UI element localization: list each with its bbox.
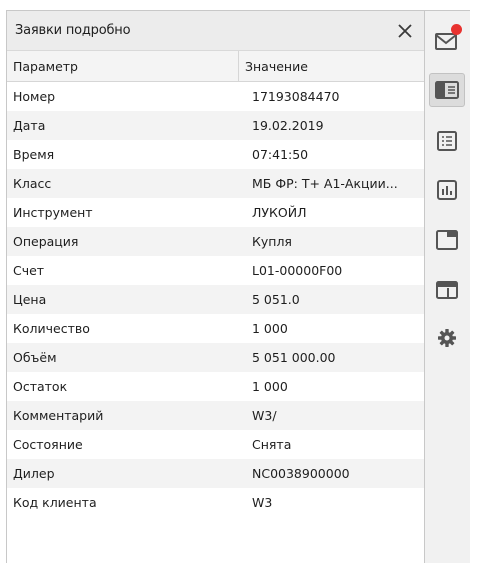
value-cell: Купля [252,234,292,249]
panel-layout-icon [436,281,458,299]
bar-chart-icon [437,180,457,200]
value-cell-wrapper: W3 [239,488,424,517]
value-cell: 5 051 000.00 [252,350,336,365]
param-cell: Номер [13,89,56,104]
value-cell-wrapper: 07:41:50 [239,140,424,169]
table-row[interactable]: Код клиента W3 [7,488,424,517]
value-cell-wrapper: Снята [239,430,424,459]
window-icon [436,230,458,250]
param-cell: Класс [13,176,52,191]
value-cell: Снята [252,437,292,452]
table-row[interactable]: Операция Купля [7,227,424,256]
details-table-body: Номер 17193084470 Дата 19.02.2019 Время 07:41… [7,82,424,517]
value-cell-wrapper: 5 051.0 [239,285,424,314]
param-cell: Код клиента [13,495,97,510]
table-row[interactable]: Время 07:41:50 [7,140,424,169]
value-cell: W3/ [252,408,277,423]
table-row[interactable]: Номер 17193084470 [7,82,424,111]
param-cell: Остаток [13,379,68,394]
value-cell: ЛУКОЙЛ [252,205,307,220]
table-row[interactable]: Цена 5 051.0 [7,285,424,314]
value-cell-wrapper: МБ ФР: Т+ А1-Акции... [239,169,424,198]
table-row[interactable]: Комментарий W3/ [7,401,424,430]
table-row[interactable]: Состояние Снята [7,430,424,459]
param-cell: Дата [13,118,46,133]
value-cell: 07:41:50 [252,147,309,162]
value-cell-wrapper: Купля [239,227,424,256]
value-cell-wrapper: 1 000 [239,314,424,343]
value-cell-wrapper: W3/ [239,401,424,430]
value-cell-wrapper: ЛУКОЙЛ [239,198,424,227]
value-cell-wrapper: 5 051 000.00 [239,343,424,372]
table-row[interactable]: Класс МБ ФР: Т+ А1-Акции... [7,169,424,198]
value-cell: 17193084470 [252,89,340,104]
panel-title: Заявки подробно [15,23,131,38]
list-view-button[interactable] [429,124,465,158]
value-cell: 19.02.2019 [252,118,324,133]
param-cell: Время [13,147,55,162]
param-cell: Цена [13,292,47,307]
table-header: Параметр Значение [7,51,424,82]
table-row[interactable]: Инструмент ЛУКОЙЛ [7,198,424,227]
settings-button[interactable] [429,321,465,355]
chart-button[interactable] [429,173,465,207]
order-details-panel: Заявки подробно Параметр Значение Номер 1… [7,11,425,563]
param-cell: Дилер [13,466,55,481]
value-cell: W3 [252,495,273,510]
param-cell: Количество [13,321,90,336]
close-icon[interactable] [396,22,414,40]
value-cell-wrapper: 19.02.2019 [239,111,424,140]
gear-icon [438,329,456,347]
list-icon [437,131,457,151]
param-cell: Комментарий [13,408,104,423]
value-cell: МБ ФР: Т+ А1-Акции... [252,176,398,191]
order-details-button[interactable] [429,73,465,107]
param-cell: Объём [13,350,57,365]
table-row[interactable]: Счет L01-00000F00 [7,256,424,285]
value-cell-wrapper: 17193084470 [239,82,424,111]
order-details-window: Заявки подробно Параметр Значение Номер 1… [6,10,470,563]
table-row[interactable]: Дилер NC0038900000 [7,459,424,488]
value-cell: 1 000 [252,379,288,394]
table-row[interactable]: Количество 1 000 [7,314,424,343]
panel-titlebar: Заявки подробно [7,11,424,51]
table-row[interactable]: Дата 19.02.2019 [7,111,424,140]
value-cell-wrapper: NC0038900000 [239,459,424,488]
table-row[interactable]: Остаток 1 000 [7,372,424,401]
column-header-value[interactable]: Значение [239,51,424,81]
order-details-icon [435,81,459,99]
value-cell: L01-00000F00 [252,263,343,278]
param-cell: Операция [13,234,79,249]
value-cell: NC0038900000 [252,466,350,481]
value-cell-wrapper: L01-00000F00 [239,256,424,285]
param-cell: Счет [13,263,45,278]
right-toolbar [425,11,470,563]
param-cell: Состояние [13,437,83,452]
value-cell-wrapper: 1 000 [239,372,424,401]
table-row[interactable]: Объём 5 051 000.00 [7,343,424,372]
window-button[interactable] [429,223,465,257]
notification-badge [451,24,462,35]
value-cell: 5 051.0 [252,292,300,307]
value-cell: 1 000 [252,321,288,336]
column-header-param[interactable]: Параметр [7,51,239,81]
param-cell: Инструмент [13,205,93,220]
mail-notification-button[interactable] [429,23,465,57]
layout-button[interactable] [429,273,465,307]
